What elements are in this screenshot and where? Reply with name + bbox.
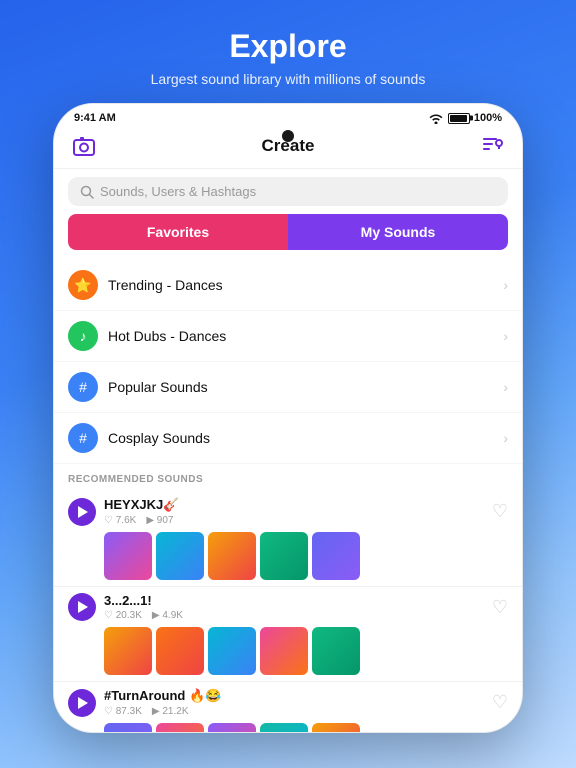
category-label-cosplay: Cosplay Sounds <box>108 430 503 446</box>
thumbnail <box>312 627 360 675</box>
plays-2: ▶ 4.9K <box>152 610 183 621</box>
sound-card-2: 3...2...1! ♡ 20.3K ▶ 4.9K ♡ <box>54 587 522 682</box>
play-icon <box>78 506 88 518</box>
status-time: 9:41 AM <box>74 112 116 124</box>
device-frame: 9:41 AM 100% Create <box>53 103 523 733</box>
music-settings-button[interactable] <box>478 132 506 160</box>
thumbnail <box>104 723 152 733</box>
thumbnail <box>156 627 204 675</box>
battery-percent: 100% <box>474 112 502 124</box>
thumbnail <box>156 723 204 733</box>
plays-3: ▶ 21.2K <box>152 706 189 717</box>
category-item-popular-sounds[interactable]: # Popular Sounds › <box>54 362 522 413</box>
category-label-popular: Popular Sounds <box>108 379 503 395</box>
thumbnail <box>260 627 308 675</box>
likes-1: ♡ 7.6K <box>104 515 136 526</box>
favorite-button-3[interactable]: ♡ <box>492 692 508 713</box>
play-icon <box>78 697 88 709</box>
category-icon-hotdubs: ♪ <box>68 321 98 351</box>
hero-section: Explore Largest sound library with milli… <box>0 0 576 103</box>
sound-stats-2: ♡ 20.3K ▶ 4.9K <box>104 610 492 621</box>
category-item-hot-dubs[interactable]: ♪ Hot Dubs - Dances › <box>54 311 522 362</box>
tab-favorites[interactable]: Favorites <box>68 214 288 250</box>
status-right: 100% <box>428 112 502 124</box>
sound-top-row: HEYXJKJ🎸 ♡ 7.6K ▶ 907 ♡ <box>68 497 508 526</box>
category-label-trending: Trending - Dances <box>108 277 503 293</box>
sound-stats-3: ♡ 87.3K ▶ 21.2K <box>104 706 492 717</box>
sound-stats-1: ♡ 7.6K ▶ 907 <box>104 515 492 526</box>
music-settings-icon <box>480 134 504 158</box>
chevron-icon: › <box>503 328 508 344</box>
sound-top-row: 3...2...1! ♡ 20.3K ▶ 4.9K ♡ <box>68 593 508 621</box>
category-icon-popular: # <box>68 372 98 402</box>
play-button-2[interactable] <box>68 593 96 621</box>
camera-notch <box>282 130 294 142</box>
sound-title-3: #TurnAround 🔥😂 <box>104 688 492 704</box>
sound-info-1: HEYXJKJ🎸 ♡ 7.6K ▶ 907 <box>104 497 492 526</box>
chevron-icon: › <box>503 379 508 395</box>
thumbnail <box>312 723 360 733</box>
wifi-icon <box>428 112 444 124</box>
likes-3: ♡ 87.3K <box>104 706 142 717</box>
category-icon-cosplay: # <box>68 423 98 453</box>
play-button-1[interactable] <box>68 498 96 526</box>
sound-top-row: #TurnAround 🔥😂 ♡ 87.3K ▶ 21.2K ♡ <box>68 688 508 717</box>
status-bar: 9:41 AM 100% <box>54 104 522 128</box>
sound-card-3: #TurnAround 🔥😂 ♡ 87.3K ▶ 21.2K ♡ <box>54 682 522 733</box>
thumbnail <box>156 532 204 580</box>
camera-icon <box>72 134 96 158</box>
thumbnail <box>260 532 308 580</box>
battery-icon <box>448 113 470 124</box>
thumbnail <box>208 532 256 580</box>
search-icon <box>80 185 94 199</box>
thumbnail-row-2 <box>104 627 508 675</box>
plays-1: ▶ 907 <box>146 515 173 526</box>
sound-info-3: #TurnAround 🔥😂 ♡ 87.3K ▶ 21.2K <box>104 688 492 717</box>
thumbnail <box>104 627 152 675</box>
category-item-trending-dances[interactable]: ⭐ Trending - Dances › <box>54 260 522 311</box>
category-item-cosplay-sounds[interactable]: # Cosplay Sounds › <box>54 413 522 464</box>
sound-title-2: 3...2...1! <box>104 593 492 608</box>
chevron-icon: › <box>503 277 508 293</box>
sound-info-2: 3...2...1! ♡ 20.3K ▶ 4.9K <box>104 593 492 621</box>
category-label-hotdubs: Hot Dubs - Dances <box>108 328 503 344</box>
tab-mysounds[interactable]: My Sounds <box>288 214 508 250</box>
sound-title-1: HEYXJKJ🎸 <box>104 497 492 513</box>
search-placeholder: Sounds, Users & Hashtags <box>100 184 256 199</box>
search-bar[interactable]: Sounds, Users & Hashtags <box>68 177 508 206</box>
thumbnail-row-1 <box>104 532 508 580</box>
thumbnail <box>260 723 308 733</box>
favorite-button-2[interactable]: ♡ <box>492 597 508 618</box>
favorite-button-1[interactable]: ♡ <box>492 501 508 522</box>
category-list: ⭐ Trending - Dances › ♪ Hot Dubs - Dance… <box>54 260 522 464</box>
play-icon <box>78 601 88 613</box>
camera-button[interactable] <box>70 132 98 160</box>
thumbnail <box>104 532 152 580</box>
thumbnail-row-3 <box>104 723 508 733</box>
thumbnail <box>208 723 256 733</box>
tab-row: Favorites My Sounds <box>68 214 508 250</box>
chevron-icon: › <box>503 430 508 446</box>
play-button-3[interactable] <box>68 689 96 717</box>
main-content: Sounds, Users & Hashtags Favorites My So… <box>54 169 522 733</box>
category-icon-trending: ⭐ <box>68 270 98 300</box>
hero-subtitle: Largest sound library with millions of s… <box>20 71 556 87</box>
thumbnail <box>312 532 360 580</box>
hero-title: Explore <box>20 28 556 65</box>
likes-2: ♡ 20.3K <box>104 610 142 621</box>
recommended-section-header: RECOMMENDED SOUNDS <box>54 464 522 491</box>
thumbnail <box>208 627 256 675</box>
sound-card-1: HEYXJKJ🎸 ♡ 7.6K ▶ 907 ♡ <box>54 491 522 587</box>
